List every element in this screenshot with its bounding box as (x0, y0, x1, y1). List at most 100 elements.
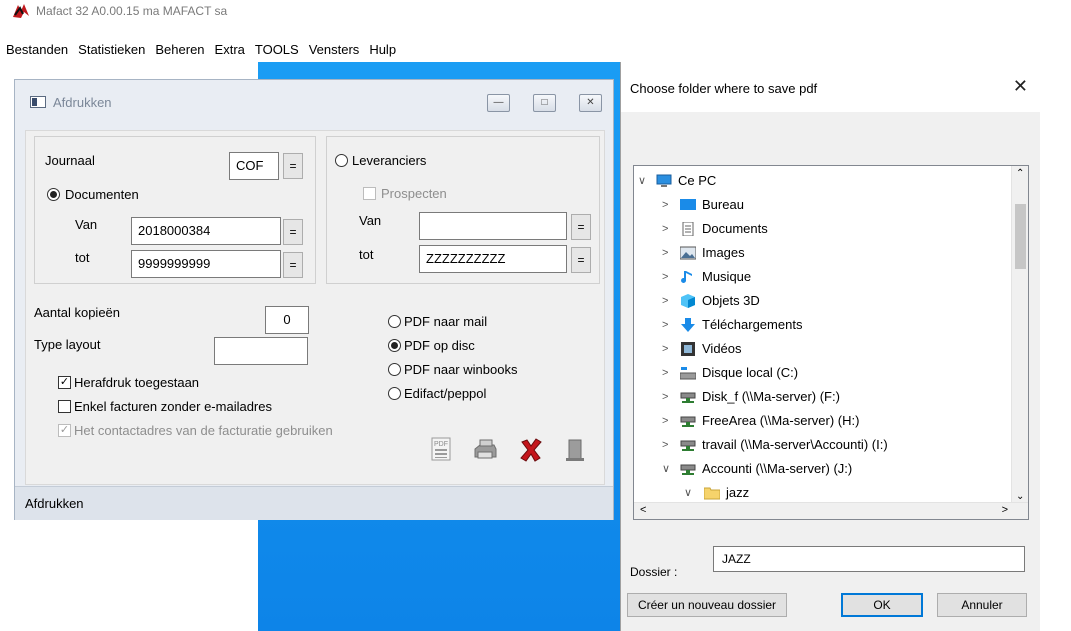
dossier-label: Dossier : (630, 565, 678, 579)
afdrukken-title: Afdrukken (53, 95, 112, 110)
chevron-down-icon[interactable]: ∨ (638, 169, 646, 193)
tree-item-musique[interactable]: > Musique (634, 265, 1004, 289)
leveranciers-radio[interactable] (335, 154, 348, 167)
scrollbar-thumb[interactable] (1015, 204, 1026, 269)
pdf-op-disc-label: PDF op disc (404, 338, 475, 353)
scroll-up-icon[interactable]: ⌃ (1016, 168, 1024, 179)
vertical-scrollbar[interactable]: ⌃ ⌄ (1011, 166, 1028, 504)
tree-item-label: Accounti (\\Ma-server) (J:) (702, 461, 853, 476)
folder-tree[interactable]: ∨ Ce PC > Bureau > Documents > Images > … (633, 165, 1029, 520)
tree-item-documents[interactable]: > Documents (634, 217, 1004, 241)
scroll-down-icon[interactable]: ⌄ (1016, 491, 1024, 502)
type-layout-label: Type layout (34, 337, 101, 352)
van-field[interactable]: 2018000384 (131, 217, 281, 245)
menu-hulp[interactable]: Hulp (365, 40, 402, 60)
menu-vensters[interactable]: Vensters (305, 40, 366, 60)
scroll-right-icon[interactable]: > (1002, 504, 1008, 516)
pdf-op-disc-radio[interactable] (388, 339, 401, 352)
documenten-group: Journaal COF = Documenten Van 2018000384… (34, 136, 316, 284)
chevron-right-icon[interactable]: > (662, 385, 668, 409)
tree-item-freearea[interactable]: > FreeArea (\\Ma-server) (H:) (634, 409, 1004, 433)
aantal-kopieen-label: Aantal kopieën (34, 305, 121, 320)
van-lookup-button[interactable]: = (283, 219, 303, 245)
chevron-right-icon[interactable]: > (662, 289, 668, 313)
lev-van-lookup-button[interactable]: = (571, 214, 591, 240)
chevron-right-icon[interactable]: > (662, 265, 668, 289)
tree-item-images[interactable]: > Images (634, 241, 1004, 265)
chevron-right-icon[interactable]: > (662, 361, 668, 385)
tot-lookup-button[interactable]: = (283, 252, 303, 278)
enkel-facturen-checkbox[interactable] (58, 400, 71, 413)
chevron-right-icon[interactable]: > (662, 193, 668, 217)
menu-tools[interactable]: TOOLS (251, 40, 305, 60)
journaal-field[interactable]: COF (229, 152, 279, 180)
tree-item-disk-f[interactable]: > Disk_f (\\Ma-server) (F:) (634, 385, 1004, 409)
edifact-radio[interactable] (388, 387, 401, 400)
menu-extra[interactable]: Extra (211, 40, 251, 60)
chevron-right-icon[interactable]: > (662, 337, 668, 361)
dossier-field[interactable]: JAZZ (713, 546, 1025, 572)
tree-item-disque-local[interactable]: > Disque local (C:) (634, 361, 1004, 385)
chevron-right-icon[interactable]: > (662, 433, 668, 457)
tree-item-label: Disk_f (\\Ma-server) (F:) (702, 389, 840, 404)
scroll-left-icon[interactable]: < (640, 504, 646, 516)
leveranciers-label: Leveranciers (352, 153, 427, 168)
tree-item-label: travail (\\Ma-server\Accounti) (I:) (702, 437, 888, 452)
cancel-x-icon[interactable] (518, 437, 544, 463)
app-logo-icon (13, 4, 29, 18)
chevron-right-icon[interactable]: > (662, 241, 668, 265)
horizontal-scrollbar[interactable]: < > (634, 502, 1028, 519)
chevron-right-icon[interactable]: > (662, 313, 668, 337)
tree-item-objets-3d[interactable]: > Objets 3D (634, 289, 1004, 313)
minimize-button[interactable]: — (487, 94, 510, 112)
exit-door-icon[interactable] (562, 437, 588, 463)
menu-statistieken[interactable]: Statistieken (74, 40, 151, 60)
journaal-lookup-button[interactable]: = (283, 153, 303, 179)
tree-item-videos[interactable]: > Vidéos (634, 337, 1004, 361)
app-title: Mafact 32 A0.00.15 ma MAFACT sa (36, 4, 228, 18)
afdrukken-body: Journaal COF = Documenten Van 2018000384… (25, 130, 605, 485)
tree-item-accounti[interactable]: ∨ Accounti (\\Ma-server) (J:) (634, 457, 1004, 481)
close-button[interactable]: ✕ (579, 94, 602, 112)
workspace-right (1040, 62, 1071, 631)
contactadres-checkbox[interactable]: ✓ (58, 424, 71, 437)
aantal-kopieen-field[interactable]: 0 (265, 306, 309, 334)
lev-tot-field[interactable]: ZZZZZZZZZZ (419, 245, 567, 273)
cancel-button[interactable]: Annuler (937, 593, 1027, 617)
lev-van-label: Van (359, 213, 382, 228)
window-icon (30, 96, 46, 108)
tree-item-label: Ce PC (678, 173, 717, 188)
ok-button[interactable]: OK (841, 593, 923, 617)
chevron-right-icon[interactable]: > (662, 217, 668, 241)
afdrukken-window: Afdrukken — □ ✕ Journaal COF = Documente… (14, 79, 614, 520)
printer-icon[interactable] (472, 437, 498, 463)
tree-item-bureau[interactable]: > Bureau (634, 193, 1004, 217)
herafdruk-checkbox[interactable]: ✓ (58, 376, 71, 389)
chevron-down-icon[interactable]: ∨ (662, 457, 670, 481)
lev-van-field[interactable] (419, 212, 567, 240)
tree-item-telechargements[interactable]: > Téléchargements (634, 313, 1004, 337)
tree-item-label: Images (702, 245, 745, 260)
restore-button[interactable]: □ (533, 94, 556, 112)
close-icon[interactable]: ✕ (1013, 76, 1028, 97)
documenten-radio[interactable] (47, 188, 60, 201)
tree-item-ce-pc[interactable]: ∨ Ce PC (634, 169, 1004, 193)
pdf-naar-mail-radio[interactable] (388, 315, 401, 328)
prospecten-checkbox[interactable] (363, 187, 376, 200)
tree-item-label: Musique (702, 269, 752, 284)
lev-tot-lookup-button[interactable]: = (571, 247, 591, 273)
app-titlebar: Mafact 32 A0.00.15 ma MAFACT sa (0, 0, 1071, 22)
tree-item-label: FreeArea (\\Ma-server) (H:) (702, 413, 860, 428)
leveranciers-group: Leveranciers Prospecten Van = tot ZZZZZZ… (326, 136, 600, 284)
folder-dialog-title: Choose folder where to save pdf (630, 81, 818, 96)
tot-field[interactable]: 9999999999 (131, 250, 281, 278)
menu-beheren[interactable]: Beheren (151, 40, 210, 60)
chevron-right-icon[interactable]: > (662, 409, 668, 433)
type-layout-field[interactable] (214, 337, 308, 365)
herafdruk-label: Herafdruk toegestaan (74, 375, 200, 390)
tree-item-travail[interactable]: > travail (\\Ma-server\Accounti) (I:) (634, 433, 1004, 457)
pdf-icon[interactable]: PDF (428, 436, 454, 462)
menu-bestanden[interactable]: Bestanden (2, 40, 74, 60)
new-folder-button[interactable]: Créer un nouveau dossier (627, 593, 787, 617)
pdf-naar-winbooks-radio[interactable] (388, 363, 401, 376)
